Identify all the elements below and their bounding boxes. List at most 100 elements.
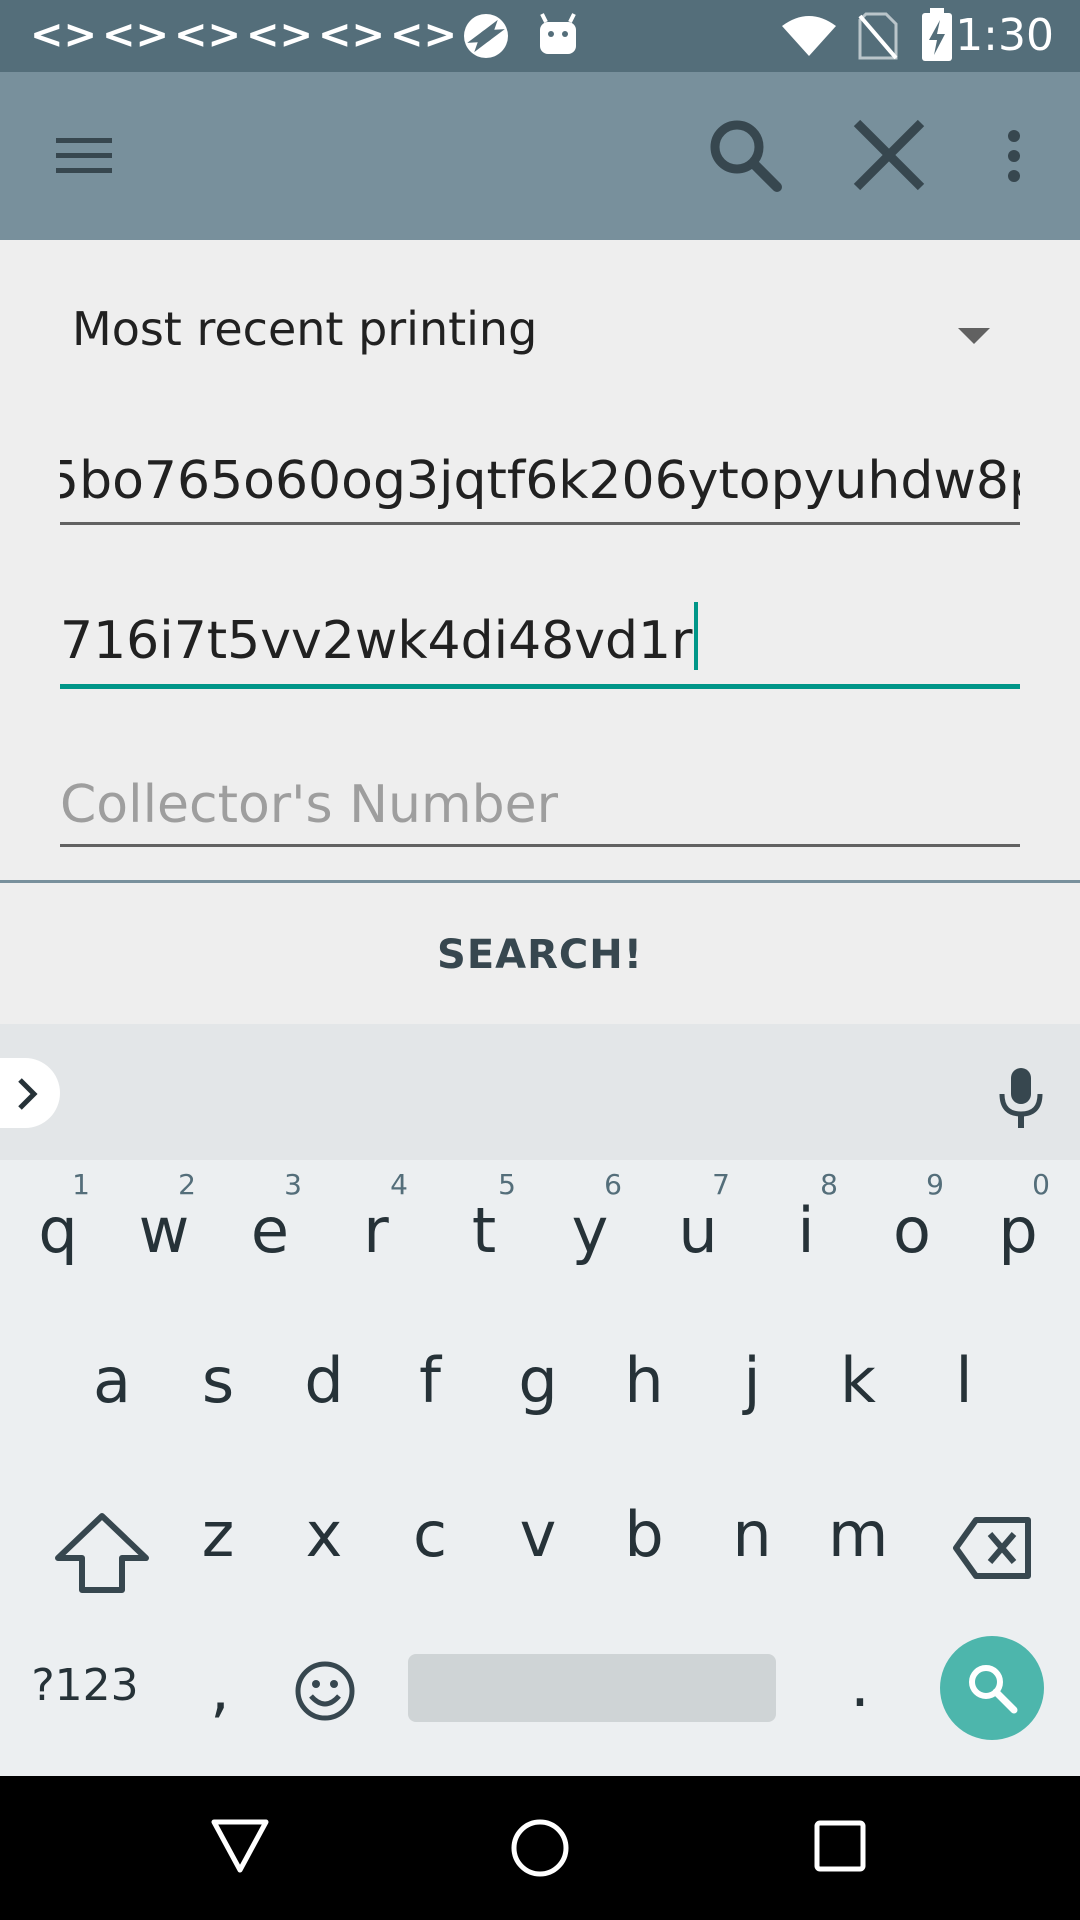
emoji-icon[interactable] [294, 1660, 356, 1722]
key-label: e [250, 1194, 290, 1267]
recents-icon[interactable] [814, 1820, 866, 1872]
shift-icon[interactable] [52, 1510, 152, 1596]
search-submit-button[interactable]: SEARCH! [0, 884, 1080, 1024]
no-sim-icon [858, 12, 898, 60]
key-x[interactable]: x [294, 1498, 354, 1571]
code-icon: <> [318, 12, 386, 58]
soft-keyboard: q1w2e3r4t5y6u7i8o9p0asdfghjklzxcvbnm ?12… [0, 1024, 1080, 1776]
symbols-key[interactable]: ?123 [30, 1660, 140, 1711]
key-v[interactable]: v [508, 1498, 568, 1571]
key-l[interactable]: l [934, 1344, 994, 1417]
key-r[interactable]: r4 [346, 1168, 408, 1267]
wifi-icon [782, 16, 836, 56]
key-label: u [678, 1194, 718, 1267]
mic-icon[interactable] [996, 1066, 1046, 1130]
divider [0, 880, 1080, 883]
keyboard-expand-button[interactable] [0, 1058, 60, 1128]
key-hint: 5 [498, 1168, 516, 1201]
key-a[interactable]: a [82, 1344, 142, 1417]
key-q[interactable]: q1 [28, 1168, 90, 1267]
key-label: p [998, 1194, 1038, 1267]
key-label: r [363, 1194, 389, 1267]
key-y[interactable]: y6 [560, 1168, 622, 1267]
navigation-bar [0, 1776, 1080, 1920]
search-icon [710, 120, 782, 192]
keyboard-suggestion-strip [0, 1024, 1080, 1160]
overflow-menu-button[interactable] [986, 116, 1042, 196]
key-label: q [38, 1194, 78, 1267]
key-hint: 4 [390, 1168, 408, 1201]
code-icon: <> [30, 12, 98, 58]
code-icon: <> [390, 12, 458, 58]
comma-key[interactable]: , [200, 1652, 240, 1725]
more-vert-icon [1008, 130, 1020, 182]
card-name-field-underline [60, 684, 1020, 689]
key-j[interactable]: j [722, 1344, 782, 1417]
card-name-field-text: 716i7t5vv2wk4di48vd1r [60, 602, 1020, 676]
set-code-field-underline [60, 522, 1020, 525]
status-bar: <> <> <> <> <> <> 1:30 [0, 0, 1080, 72]
key-k[interactable]: k [828, 1344, 888, 1417]
search-button[interactable] [700, 110, 790, 200]
key-hint: 3 [284, 1168, 302, 1201]
code-icon: <> [102, 12, 170, 58]
chevron-down-icon [958, 328, 990, 344]
key-hint: 8 [820, 1168, 838, 1201]
key-hint: 6 [604, 1168, 622, 1201]
key-z[interactable]: z [188, 1498, 248, 1571]
back-icon[interactable] [210, 1818, 270, 1874]
key-h[interactable]: h [614, 1344, 674, 1417]
set-code-field[interactable]: 5bo765o60og3jqtf6k206ytopyuhdw8p03c [60, 446, 1020, 526]
printing-dropdown[interactable]: Most recent printing [60, 280, 1020, 380]
search-icon [969, 1665, 1018, 1714]
period-key[interactable]: . [840, 1648, 880, 1721]
search-action-key[interactable] [940, 1636, 1044, 1740]
backspace-icon[interactable] [952, 1516, 1032, 1580]
key-u[interactable]: u7 [668, 1168, 730, 1267]
key-t[interactable]: t5 [454, 1168, 516, 1267]
status-time: 1:30 [955, 10, 1054, 61]
menu-icon [56, 138, 112, 173]
key-g[interactable]: g [508, 1344, 568, 1417]
aperture-icon [464, 14, 508, 58]
key-f[interactable]: f [400, 1344, 460, 1417]
printing-dropdown-value: Most recent printing [72, 302, 538, 356]
code-icon: <> [246, 12, 314, 58]
key-hint: 1 [72, 1168, 90, 1201]
card-name-field[interactable]: 716i7t5vv2wk4di48vd1r [60, 602, 1020, 692]
code-icon: <> [174, 12, 242, 58]
key-e[interactable]: e3 [240, 1168, 302, 1267]
home-icon[interactable] [510, 1818, 570, 1878]
close-button[interactable] [844, 110, 934, 200]
key-label: o [893, 1194, 931, 1267]
collector-number-field[interactable]: Collector's Number [60, 770, 1020, 850]
key-i[interactable]: i8 [776, 1168, 838, 1267]
battery-charging-icon [922, 8, 952, 61]
app-bar [0, 72, 1080, 240]
card-name-field-value: 716i7t5vv2wk4di48vd1r [60, 611, 693, 671]
space-key[interactable] [408, 1654, 776, 1722]
collector-number-placeholder: Collector's Number [60, 775, 558, 835]
key-s[interactable]: s [188, 1344, 248, 1417]
key-hint: 7 [712, 1168, 730, 1201]
close-icon [853, 119, 925, 191]
key-b[interactable]: b [614, 1498, 674, 1571]
key-label: y [571, 1194, 609, 1267]
chevron-right-icon [18, 1078, 38, 1110]
key-hint: 9 [926, 1168, 944, 1201]
key-p[interactable]: p0 [988, 1168, 1050, 1267]
key-label: i [797, 1194, 815, 1267]
key-label: w [138, 1194, 190, 1267]
android-icon [540, 13, 576, 54]
key-o[interactable]: o9 [882, 1168, 944, 1267]
key-n[interactable]: n [722, 1498, 782, 1571]
key-w[interactable]: w2 [134, 1168, 196, 1267]
key-hint: 0 [1032, 1168, 1050, 1201]
set-code-field-value: 5bo765o60og3jqtf6k206ytopyuhdw8p03c [60, 451, 1020, 511]
key-label: t [471, 1194, 497, 1267]
menu-button[interactable] [44, 116, 124, 196]
key-m[interactable]: m [828, 1498, 888, 1571]
key-c[interactable]: c [400, 1498, 460, 1571]
key-d[interactable]: d [294, 1344, 354, 1417]
text-caret [694, 602, 699, 670]
